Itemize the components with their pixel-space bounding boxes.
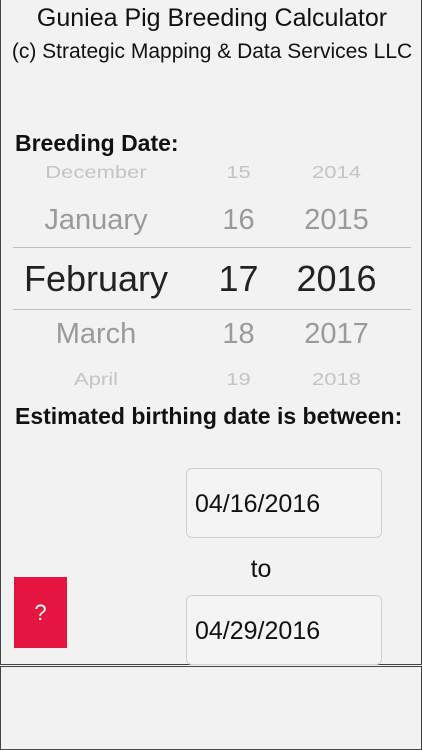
picker-day-selected[interactable]: 17 [201,258,276,300]
end-date-field[interactable]: 04/29/2016 [186,595,382,665]
help-button[interactable]: ? [14,577,67,648]
to-label: to [250,555,272,583]
picker-day[interactable]: 15 [201,162,276,183]
picker-year[interactable]: 2017 [289,318,384,351]
picker-selection-bottom-line [13,309,411,310]
picker-month-selected[interactable]: February [21,258,171,300]
bottom-bar [0,666,422,750]
picker-year[interactable]: 2015 [289,204,384,237]
picker-year[interactable]: 2018 [289,369,384,390]
app-title: Guniea Pig Breeding Calculator [36,4,388,32]
picker-year[interactable]: 2014 [289,162,384,183]
picker-month[interactable]: December [21,162,171,183]
picker-month[interactable]: March [21,318,171,351]
breeding-date-picker[interactable]: December 15 2014 January 16 2015 Februar… [1,160,422,390]
copyright-subtitle: (c) Strategic Mapping & Data Services LL… [11,40,413,63]
picker-day[interactable]: 16 [201,204,276,237]
breeding-date-label: Breeding Date: [15,130,179,156]
picker-selection-top-line [13,247,411,248]
main-panel: Guniea Pig Breeding Calculator (c) Strat… [0,0,422,665]
picker-year-selected[interactable]: 2016 [289,258,384,300]
estimate-label: Estimated birthing date is between: [15,403,403,429]
picker-day[interactable]: 19 [201,369,276,390]
picker-month[interactable]: April [21,369,171,390]
start-date-field[interactable]: 04/16/2016 [186,468,382,538]
picker-month[interactable]: January [21,204,171,237]
picker-day[interactable]: 18 [201,318,276,351]
